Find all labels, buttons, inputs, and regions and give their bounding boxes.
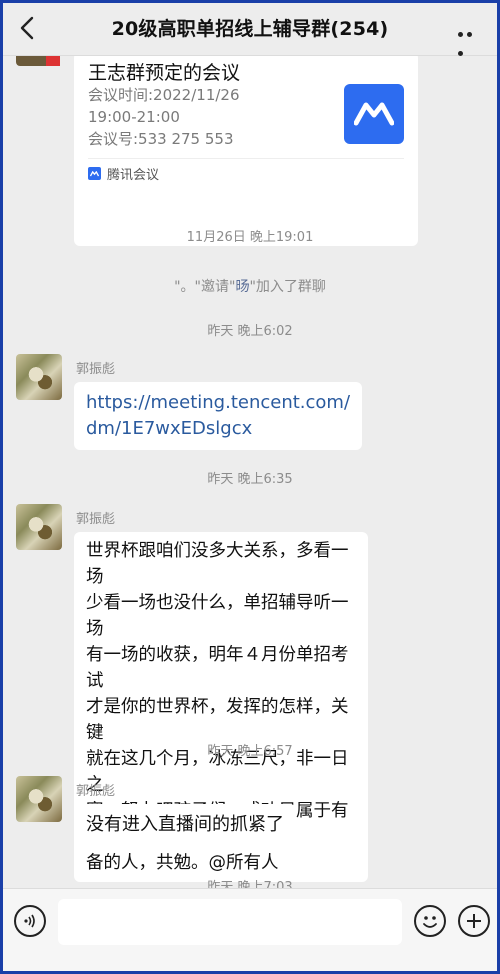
message-line: 才是你的世界杯，发挥的怎样，关键 (86, 697, 349, 743)
invitee-name[interactable]: 旸 (235, 279, 249, 295)
chat-title: 20级高职单招线上辅导群(254) (111, 18, 389, 40)
tencent-meeting-logo-icon (344, 84, 404, 144)
meeting-id: 会议号:533 275 553 (88, 130, 234, 148)
meeting-card[interactable]: 王志群预定的会议 会议时间:2022/11/26 19:00-21:00 会议号… (74, 56, 418, 246)
meeting-title: 王志群预定的会议 (88, 62, 241, 84)
timestamp: 昨天 晚上6:35 (207, 472, 293, 487)
more-options-icon[interactable] (458, 22, 484, 56)
tencent-meeting-mini-icon (88, 167, 101, 180)
message-line: 备的人，共勉。@所有人 (86, 853, 279, 873)
voice-input-icon[interactable] (14, 905, 46, 937)
message-input[interactable] (58, 899, 402, 945)
back-arrow-icon[interactable] (14, 14, 42, 42)
sender-name: 郭振彪 (76, 784, 116, 799)
chat-header: 20级高职单招线上辅导群(254) (0, 0, 500, 56)
card-footer: 腾讯会议 (88, 164, 159, 183)
message-line: 少看一场也没什么，单招辅导听一场 (86, 593, 349, 639)
avatar[interactable] (16, 504, 62, 550)
meeting-time-line2: 19:00-21:00 (88, 108, 180, 126)
message-line: 没有进入直播间的抓紧了 (86, 814, 284, 835)
plus-icon[interactable] (458, 905, 490, 937)
sender-name: 郭振彪 (76, 362, 116, 377)
message-bubble[interactable]: https://meeting.tencent.com/ dm/1E7wxEDs… (74, 382, 363, 450)
message-list[interactable]: 王志群预定的会议 会议时间:2022/11/26 19:00-21:00 会议号… (0, 56, 500, 888)
emoji-icon[interactable] (414, 905, 446, 937)
message-bubble[interactable]: 没有进入直播间的抓紧了 (74, 804, 296, 846)
flag-icon (46, 56, 60, 66)
system-message: "。"邀请"旸"加入了群聊 (174, 279, 326, 295)
link-line[interactable]: dm/1E7wxEDslgcx (86, 416, 350, 442)
meeting-time-line1: 会议时间:2022/11/26 (88, 86, 240, 104)
timestamp: 昨天 晚上6:02 (207, 324, 293, 339)
message-line: 世界杯跟咱们没多大关系，多看一场 (86, 541, 349, 587)
message-line: 有一场的收获，明年４月份单招考试 (86, 645, 349, 691)
card-divider (88, 158, 404, 159)
meeting-info: 会议时间:2022/11/26 19:00-21:00 会议号:533 275 … (88, 84, 240, 150)
timestamp: 昨天 晚上6:57 (207, 744, 293, 759)
timestamp: 11月26日 晚上19:01 (186, 230, 314, 245)
input-bar (0, 888, 500, 974)
avatar[interactable] (16, 354, 62, 400)
avatar[interactable] (16, 776, 62, 822)
sender-name: 郭振彪 (76, 512, 116, 527)
timestamp: 昨天 晚上7:03 (207, 880, 293, 888)
app-name: 腾讯会议 (107, 168, 160, 183)
link-line[interactable]: https://meeting.tencent.com/ (86, 390, 350, 416)
